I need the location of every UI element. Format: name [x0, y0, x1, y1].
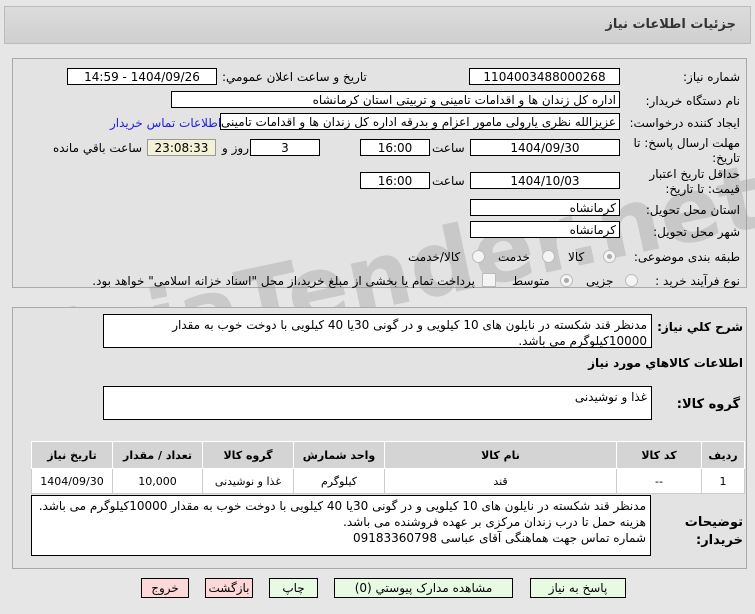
buyer-notes-textarea[interactable]: مدنظر قند شکسته در نایلون های 10 کیلویی …: [31, 495, 651, 556]
col-row: ردیف: [701, 441, 745, 469]
buyer-org-label: نام دستگاه خریدار:: [645, 94, 741, 108]
col-date: تاریخ نیاز: [31, 441, 113, 469]
description-textarea[interactable]: مدنظر قند شکسته در نایلون های 10 کیلویی …: [103, 314, 652, 348]
city-field: کرمانشاه: [470, 221, 620, 238]
table-row: 1 -- قند کیلوگرم غذا و نوشیدنی 10,000 14…: [31, 468, 745, 494]
notes-label: توضیحات خریدار:: [684, 515, 743, 548]
reply-time-field: 16:00: [360, 139, 430, 156]
print-button[interactable]: چاپ: [269, 578, 318, 598]
price-time-field: 16:00: [360, 172, 430, 189]
process-radio-medium[interactable]: [560, 274, 573, 287]
view-attachments-button[interactable]: مشاهده مدارک پیوستي (0): [334, 578, 513, 598]
cell-qty: 10,000: [112, 468, 203, 494]
days-label: روز و: [222, 141, 249, 155]
city-label: شهر محل تحویل:: [653, 225, 740, 239]
buyer-contact-link[interactable]: اطلاعات تماس خریدار: [110, 116, 221, 130]
notes-line: شماره تماس جهت هماهنگی آقای عباسی 091833…: [352, 531, 646, 545]
days-remaining-field: 3: [250, 139, 320, 156]
cell-code: --: [616, 468, 702, 494]
group-textarea[interactable]: غذا و نوشیدنی: [103, 386, 652, 420]
need-number-field: 1104003488000268: [469, 68, 620, 85]
col-name: نام کالا: [384, 441, 617, 469]
category-label: طبقه بندی موضوعی:: [633, 250, 740, 264]
buyer-org-field: اداره کل زندان ها و اقدامات تامینی و ترب…: [171, 91, 620, 108]
province-label: استان محل تحویل:: [645, 203, 740, 217]
cell-group: غذا و نوشیدنی: [202, 468, 294, 494]
process-radio-minor[interactable]: [625, 274, 638, 287]
exit-button[interactable]: خروج: [141, 578, 189, 598]
cell-date: 1404/09/30: [31, 468, 113, 494]
page-header: جزئیات اطلاعات نیاز: [4, 6, 751, 44]
announce-label: تاریخ و ساعت اعلان عمومي:: [222, 70, 367, 84]
description-label: شرح کلي نیاز:: [657, 320, 743, 334]
col-group: گروه کالا: [202, 441, 294, 469]
table-header-row: ردیف کد کالا نام کالا واحد شمارش گروه کا…: [31, 441, 745, 469]
province-field: کرمانشاه: [470, 199, 620, 216]
creator-field: عزیزالله نظری یارولی مامور اعزام و بدرقه…: [220, 113, 620, 130]
remaining-label: ساعت باقي مانده: [53, 141, 143, 155]
group-label: گروه کالا:: [676, 397, 740, 412]
category-radio-service[interactable]: [542, 250, 555, 263]
process-option-minor: جزیی: [586, 274, 614, 288]
reply-deadline-label: مهلت ارسال پاسخ: تا تاریخ:: [633, 136, 740, 165]
announce-field: 1404/09/26 - 14:59: [67, 68, 217, 85]
creator-label: ایجاد کننده درخواست:: [629, 116, 740, 130]
back-button[interactable]: بازگشت: [205, 578, 253, 598]
category-option-goods: کالا: [568, 250, 585, 264]
col-code: کد کالا: [616, 441, 702, 469]
process-option-medium: متوسط: [512, 274, 550, 288]
payment-note: پرداخت تمام یا بخشی از مبلغ خرید،از محل …: [92, 274, 475, 288]
time-label-2: ساعت: [432, 174, 465, 188]
remaining-timer: 23:08:33: [147, 139, 216, 156]
col-qty: تعداد / مقدار: [112, 441, 203, 469]
process-label: نوع فرآیند خرید :: [655, 274, 740, 288]
cell-name: قند: [384, 468, 617, 494]
need-number-label: شماره نیاز:: [683, 70, 740, 84]
price-validity-label: حداقل تاریخ اعتبار قیمت: تا تاریخ:: [649, 167, 740, 196]
cell-unit: کیلوگرم: [293, 468, 385, 494]
cell-row: 1: [701, 468, 745, 494]
reply-date-field: 1404/09/30: [470, 139, 620, 156]
col-unit: واحد شمارش: [293, 441, 385, 469]
price-date-field: 1404/10/03: [470, 172, 620, 189]
notes-line: مدنظر قند شکسته در نایلون های 10 کیلویی …: [38, 499, 646, 513]
category-radio-both[interactable]: [472, 250, 485, 263]
goods-table: ردیف کد کالا نام کالا واحد شمارش گروه کا…: [31, 441, 745, 494]
treasury-payment-checkbox[interactable]: [482, 273, 496, 287]
time-label: ساعت: [432, 141, 465, 155]
category-option-service: خدمت: [498, 250, 530, 264]
notes-line: هزینه حمل تا درب زندان مرکزی بر عهده فرو…: [343, 515, 646, 529]
category-radio-goods[interactable]: [603, 250, 616, 263]
goods-heading: اطلاعات کالاهاي مورد نیاز: [588, 356, 743, 370]
category-option-both: کالا/خدمت: [408, 250, 461, 264]
reply-button[interactable]: پاسخ به نیاز: [530, 578, 626, 598]
page-title: جزئیات اطلاعات نیاز: [605, 17, 736, 32]
